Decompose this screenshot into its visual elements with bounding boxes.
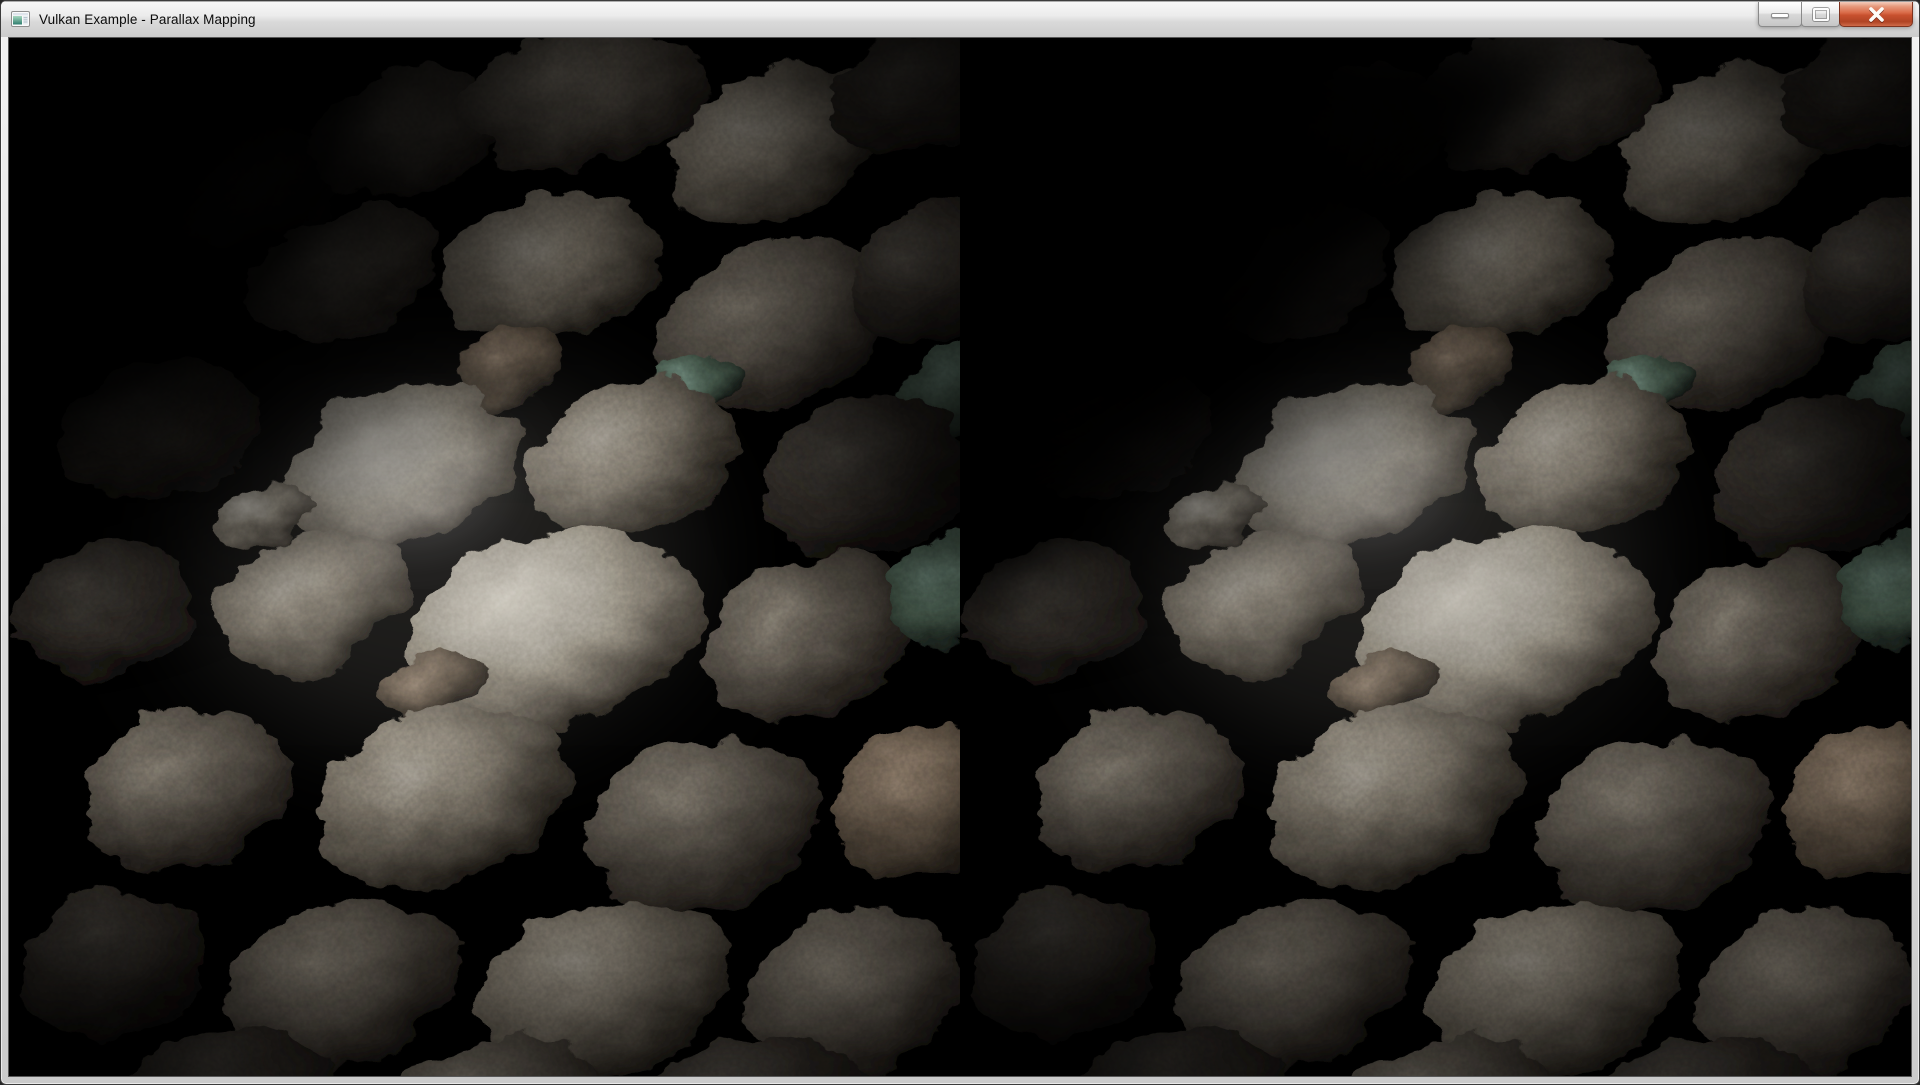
window: Vulkan Example - Parallax Mapping	[0, 0, 1920, 1085]
minimize-button[interactable]	[1758, 2, 1802, 27]
title-bar[interactable]: Vulkan Example - Parallax Mapping	[1, 1, 1919, 37]
app-icon[interactable]	[11, 10, 30, 29]
close-button[interactable]	[1839, 2, 1913, 27]
rock-scene-left	[9, 38, 960, 1076]
close-icon	[1868, 7, 1885, 22]
maximize-button[interactable]	[1801, 2, 1840, 27]
minimize-icon	[1771, 13, 1789, 18]
viewport-right-render[interactable]	[960, 38, 1911, 1076]
window-controls	[1758, 2, 1913, 27]
render-area	[8, 37, 1912, 1077]
window-title: Vulkan Example - Parallax Mapping	[39, 12, 256, 27]
viewport-left-render[interactable]	[9, 38, 960, 1076]
rock-scene-right	[960, 38, 1911, 1076]
maximize-icon	[1813, 8, 1829, 21]
